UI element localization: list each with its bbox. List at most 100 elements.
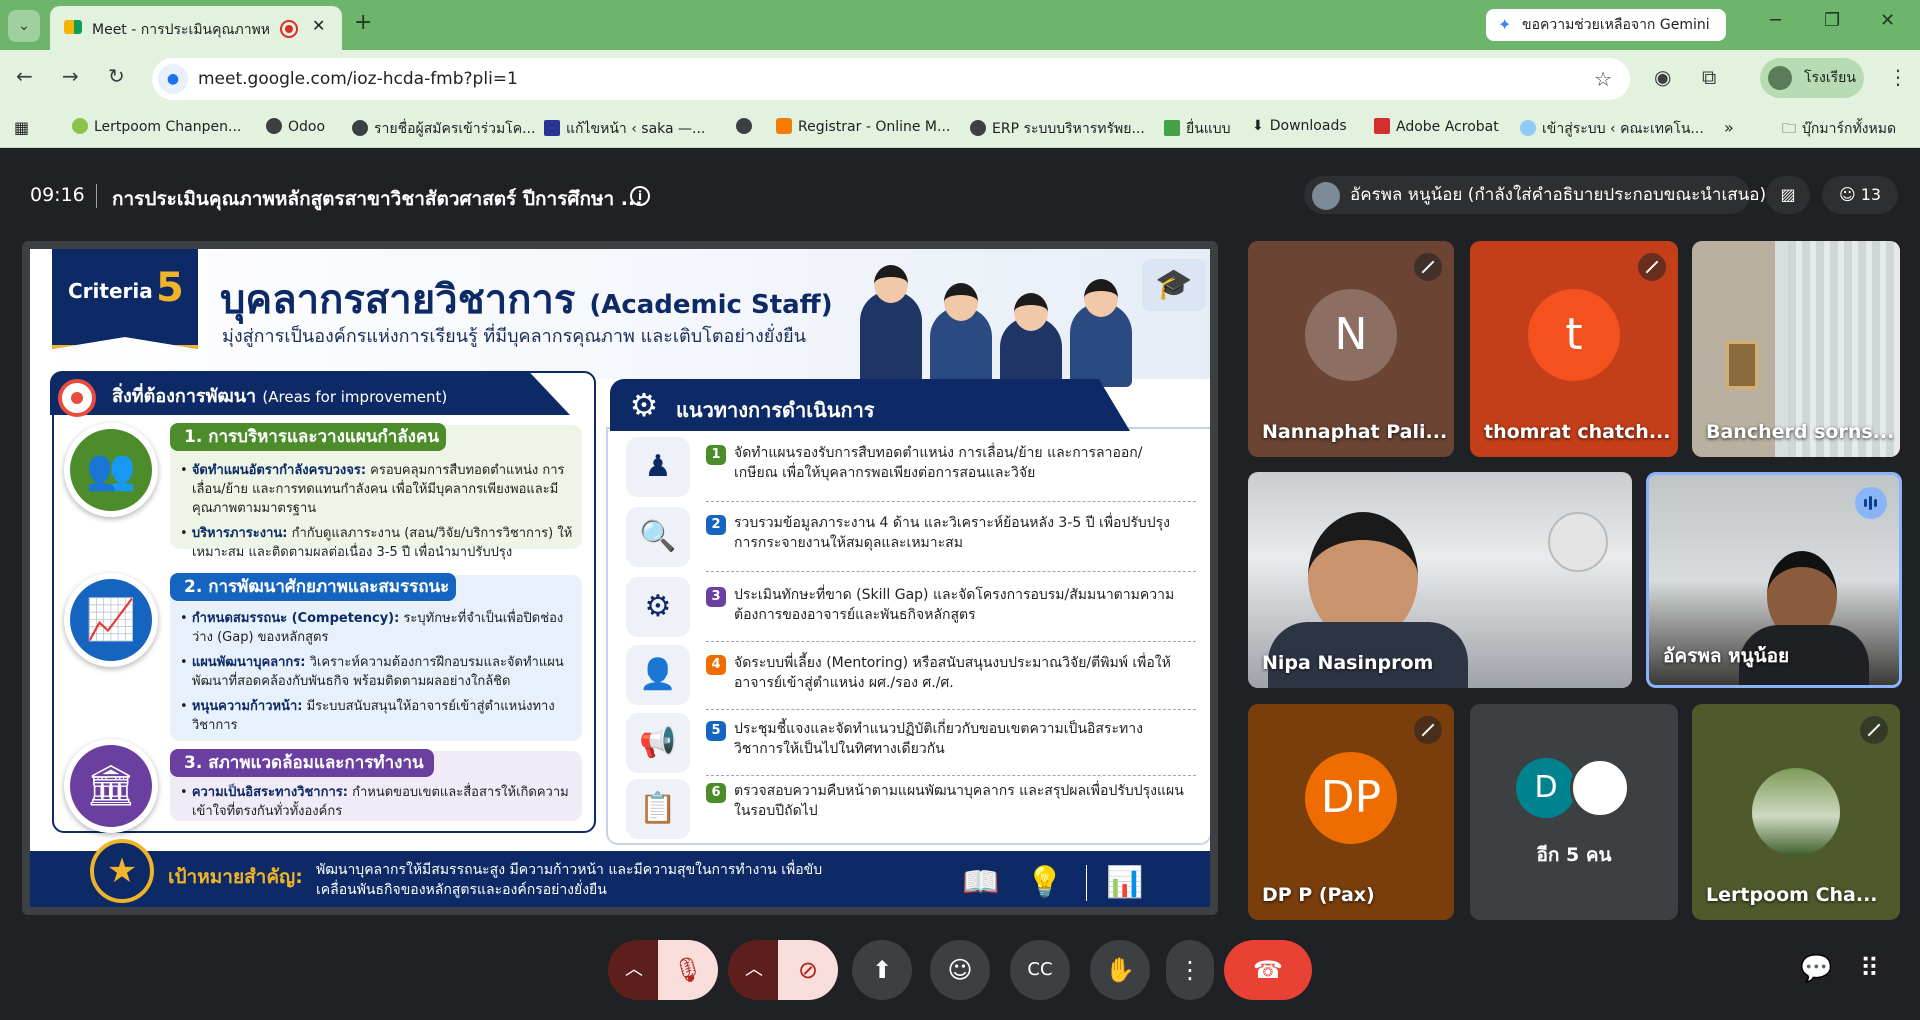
step-divider [706,775,1196,776]
presentation-stage: Criteria 5 บุคลากรสายวิชาการ (Academic S… [22,241,1218,915]
step-text: จัดทำแผนรองรับการสืบทอดตำแหน่ง การเลื่อน… [734,445,1143,481]
captions-button[interactable]: CC [1010,940,1070,1000]
institution-building-icon: 🏛 [64,739,158,833]
bookmark-item[interactable]: Adobe Acrobat [1374,118,1499,135]
more-vert-icon: ⋮ [1178,956,1202,984]
team-group-icon: 👥 [64,423,158,517]
bookmark-item[interactable]: แก้ไขหน้า ‹ saka —... [544,118,705,140]
tab-close-icon[interactable]: ✕ [312,16,325,35]
raise-hand-button[interactable]: ✋ [1090,940,1150,1000]
audio-options-button[interactable]: ︿ [608,940,660,1000]
reload-icon[interactable]: ↻ [108,64,125,88]
participant-tile[interactable]: DP DP P (Pax) [1248,704,1454,920]
criteria-badge: Criteria 5 [52,249,198,349]
participants-button[interactable]: ☺ 13 [1822,176,1898,214]
acrobat-icon [1374,118,1390,134]
mic-muted-icon [1414,716,1442,744]
restore-window-icon[interactable]: ❐ [1824,10,1840,31]
bullet-item: • หนุนความก้าวหน้า: มีระบบสนับสนุนให้อาจ… [180,699,555,733]
bookmark-item[interactable] [736,118,758,135]
gemini-help-button[interactable]: ✦ ขอความช่วยเหลือจาก Gemini [1486,9,1726,41]
section-body: • ความเป็นอิสระทางวิชาการ: กำหนดขอบเขตแล… [180,783,580,827]
activities-grid-icon[interactable]: ⠿ [1860,954,1879,984]
camera-indicator-icon[interactable]: ◉ [1654,65,1671,89]
participant-avatar: DP [1305,752,1397,844]
step-number: 2 [706,515,726,535]
participant-name: Nipa Nasinprom [1262,652,1434,674]
section-title: 2. การพัฒนาศักยภาพและสมรรถนะ [170,573,456,601]
step-number: 5 [706,721,726,741]
bookmark-item[interactable]: ⬇ Downloads [1252,118,1347,134]
camera-off-button[interactable]: ⊘ [778,940,838,1000]
bookmark-favicon-icon [72,118,88,134]
folder-icon: 🗀 [1782,121,1796,137]
meeting-info-icon[interactable]: i [630,186,650,206]
forward-arrow-icon[interactable]: → [62,64,79,88]
action-plan-heading: แนวทางการดำเนินการ [676,398,875,422]
participant-name: Lertpoom Cha... [1706,884,1878,906]
bookmark-star-icon[interactable]: ☆ [1594,67,1612,91]
bookmark-item[interactable]: Lertpoom Chanpen... [72,118,241,135]
browser-tab-meet[interactable]: Meet - การประเมินคุณภาพหลั ✕ [50,6,342,50]
microphone-off-button[interactable]: 🎙 [658,940,718,1000]
presenter-chip[interactable]: อัครพล หนูน้อย (กำลังใส่คำอธิบายประกอบขณ… [1304,176,1766,214]
extensions-puzzle-icon[interactable]: ⧉ [1702,65,1716,89]
video-options-button[interactable]: ︿ [728,940,780,1000]
mic-muted-icon [1638,253,1666,281]
participant-video-tile-active[interactable]: อัครพล หนูน้อย [1646,472,1902,688]
participant-avatar: t [1528,289,1620,381]
address-bar[interactable]: ● meet.google.com/ioz-hcda-fmb?pli=1 ☆ [152,58,1630,100]
step-text: รวบรวมข้อมูลภาระงาน 4 ด้าน และวิเคราะห์ย… [734,515,1170,551]
bookmarks-overflow-icon[interactable]: » [1724,118,1734,137]
site-mic-indicator-icon[interactable]: ● [158,64,188,94]
profile-button[interactable]: โรงเรียน [1760,58,1864,98]
bookmark-item[interactable]: ERP ระบบบริหารทรัพย... [970,118,1145,140]
star-icon: ★ [90,839,154,903]
reactions-button[interactable]: ☺ [930,940,990,1000]
meeting-title: การประเมินคุณภาพหลักสูตรสาขาวิชาสัตวศาสต… [112,188,643,210]
leave-call-button[interactable]: ☎ [1224,940,1312,1000]
participant-video-tile[interactable]: Nipa Nasinprom [1248,472,1632,688]
more-participants-tile[interactable]: D อีก 5 คน [1470,704,1678,920]
minimize-window-icon[interactable]: ─ [1770,10,1781,31]
bookmark-item[interactable]: Odoo [266,118,325,135]
participant-tile[interactable]: Lertpoom Cha... [1692,704,1900,920]
globe-icon [736,118,752,134]
close-window-icon[interactable]: ✕ [1880,10,1895,31]
step-text: ตรวจสอบความคืบหน้าตามแผนพัฒนาบุคลากร และ… [734,783,1184,819]
all-bookmarks-folder[interactable]: 🗀 บุ๊กมาร์กทั้งหมด [1782,118,1896,142]
participant-tile[interactable]: N Nannaphat Pali... [1248,241,1454,457]
tab-search-button[interactable]: ⌄ [8,10,40,42]
apps-grid-icon[interactable]: ▦ [14,118,29,137]
participant-video-tile[interactable]: Bancherd sorns... [1692,241,1900,457]
present-screen-button[interactable]: ⬆ [852,940,912,1000]
studio-light [1548,512,1608,572]
more-options-button[interactable]: ⋮ [1166,940,1214,1000]
step-divider [706,501,1196,502]
bookmark-item[interactable]: รายชื่อผู้สมัครเข้าร่วมโค... [352,118,535,140]
new-tab-button[interactable]: + [354,10,372,35]
bookmark-item[interactable]: Registrar - Online M... [776,118,950,135]
participant-tile[interactable]: t thomrat chatch... [1470,241,1678,457]
chat-icon[interactable]: 💬 [1800,954,1832,984]
profile-label: โรงเรียน [1804,70,1856,86]
meet-favicon-icon [64,20,82,34]
lightbulb-icon: 💡 [1026,865,1064,900]
address-url[interactable]: meet.google.com/ioz-hcda-fmb?pli=1 [198,69,518,89]
target-icon [58,379,96,417]
tax-favicon-icon [1164,120,1180,136]
document-search-icon: 🔍 [626,507,690,567]
org-chart-icon: ♟ [626,437,690,497]
participant-avatar-photo [1570,758,1630,818]
mic-muted-icon [1860,716,1888,744]
step-text: ประเมินทักษะที่ขาด (Skill Gap) และจัดโคร… [734,587,1175,623]
presentation-off-icon[interactable]: ▨ [1766,176,1810,214]
bookmark-item[interactable]: ยื่นแบบ [1164,118,1231,140]
present-screen-icon: ⬆ [871,956,893,984]
picture-frame [1726,341,1758,389]
section-body: • จัดทำแผนอัตรากำลังครบวงจร: ครอบคลุมการ… [180,461,580,568]
staff-illustration [860,259,1160,387]
bookmark-item[interactable]: เข้าสู่ระบบ ‹ คณะเทคโน... [1520,118,1704,140]
back-arrow-icon[interactable]: ← [16,64,33,88]
browser-menu-icon[interactable]: ⋮ [1888,65,1908,89]
